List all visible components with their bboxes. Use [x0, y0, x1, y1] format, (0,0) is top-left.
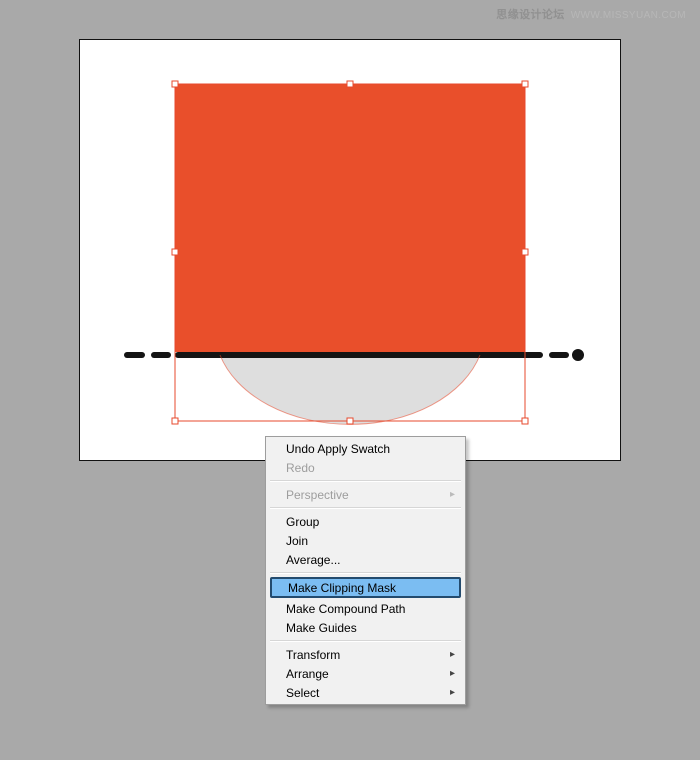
- watermark: 思缘设计论坛 WWW.MISSYUAN.COM: [496, 6, 686, 22]
- menu-redo-label: Redo: [286, 461, 315, 475]
- orange-rect[interactable]: [175, 84, 525, 352]
- menu-separator: [270, 640, 461, 642]
- menu-separator: [270, 507, 461, 509]
- menu-arrange[interactable]: Arrange ▸: [268, 664, 463, 683]
- menu-transform[interactable]: Transform ▸: [268, 645, 463, 664]
- artboard[interactable]: [80, 40, 620, 460]
- watermark-sub: WWW.MISSYUAN.COM: [571, 10, 686, 21]
- menu-undo[interactable]: Undo Apply Swatch: [268, 439, 463, 458]
- menu-make-guides[interactable]: Make Guides: [268, 618, 463, 637]
- menu-group-label: Group: [286, 515, 319, 529]
- menu-perspective: Perspective ▸: [268, 485, 463, 504]
- menu-redo: Redo: [268, 458, 463, 477]
- menu-separator: [270, 480, 461, 482]
- arc-shape[interactable]: [220, 355, 480, 424]
- menu-undo-label: Undo Apply Swatch: [286, 442, 390, 456]
- submenu-arrow-icon: ▸: [450, 668, 455, 679]
- menu-make-guides-label: Make Guides: [286, 621, 357, 635]
- canvas[interactable]: [80, 40, 620, 460]
- menu-make-compound-path[interactable]: Make Compound Path: [268, 599, 463, 618]
- menu-join-label: Join: [286, 534, 308, 548]
- menu-arrange-label: Arrange: [286, 667, 329, 681]
- menu-average[interactable]: Average...: [268, 550, 463, 569]
- submenu-arrow-icon: ▸: [450, 687, 455, 698]
- menu-select-label: Select: [286, 686, 319, 700]
- watermark-main: 思缘设计论坛: [496, 9, 564, 21]
- menu-select[interactable]: Select ▸: [268, 683, 463, 702]
- submenu-arrow-icon: ▸: [450, 489, 455, 500]
- menu-separator: [270, 572, 461, 574]
- menu-group[interactable]: Group: [268, 512, 463, 531]
- menu-transform-label: Transform: [286, 648, 340, 662]
- menu-make-clipping-mask[interactable]: Make Clipping Mask: [270, 577, 461, 598]
- dashed-line[interactable]: [127, 352, 581, 358]
- menu-average-label: Average...: [286, 553, 340, 567]
- context-menu: Undo Apply Swatch Redo Perspective ▸ Gro…: [265, 436, 466, 705]
- menu-make-compound-label: Make Compound Path: [286, 602, 405, 616]
- menu-perspective-label: Perspective: [286, 488, 349, 502]
- menu-make-clip-label: Make Clipping Mask: [288, 581, 396, 595]
- menu-join[interactable]: Join: [268, 531, 463, 550]
- submenu-arrow-icon: ▸: [450, 649, 455, 660]
